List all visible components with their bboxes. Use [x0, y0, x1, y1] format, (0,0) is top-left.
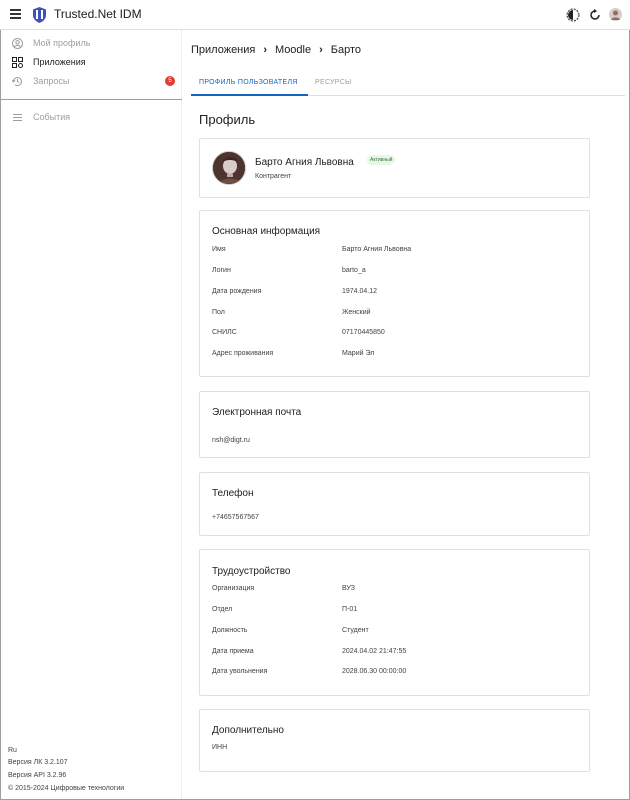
field-label: Дата увольнения [212, 668, 268, 675]
history-icon [12, 76, 22, 86]
api-version: Версия API 3.2.96 [8, 772, 67, 779]
tab-user-profile[interactable]: ПРОФИЛЬ ПОЛЬЗОВАТЕЛЯ [199, 79, 298, 86]
field-label: Должность [212, 627, 248, 634]
copyright: © 2015-2024 Цифровые технологии [8, 785, 125, 792]
profile-card: Барто Агния Львовна Активный Контрагент [199, 138, 590, 198]
sidebar: Мой профиль Приложения Запросы 5 События… [0, 30, 182, 799]
account-circle-icon [12, 37, 23, 49]
email-card: Электронная почта nsh@digt.ru [199, 391, 590, 458]
chevron-right-icon: › [263, 44, 268, 56]
basic-info-card: Основная информация Имя Барто Агния Льво… [199, 210, 590, 377]
theme-toggle-icon[interactable] [566, 8, 580, 22]
field-value: Барто Агния Львовна [342, 246, 412, 253]
breadcrumb: Приложения › Moodle › Барто [191, 44, 361, 56]
profile-role: Контрагент [255, 173, 292, 180]
avatar [212, 151, 246, 185]
requests-count-badge: 5 [165, 76, 175, 86]
sidebar-item-label: События [33, 112, 71, 122]
field-value: Студент [342, 627, 369, 634]
field-value: П-01 [342, 606, 358, 613]
field-label: Дата приема [212, 648, 254, 655]
field-value: Марий Эл [342, 350, 375, 357]
field-label: Логин [212, 267, 231, 274]
breadcrumb-item-moodle[interactable]: Moodle [275, 44, 311, 56]
sidebar-item-events[interactable]: События [12, 109, 70, 125]
refresh-icon[interactable] [588, 8, 602, 22]
field-label: Организация [212, 585, 255, 592]
breadcrumb-item-applications[interactable]: Приложения [191, 44, 255, 56]
field-label: Дата рождения [212, 288, 262, 295]
field-label: Пол [212, 309, 225, 316]
chevron-right-icon: › [319, 44, 323, 56]
additional-card: Дополнительно ИНН [199, 709, 590, 772]
user-avatar[interactable] [609, 8, 622, 21]
field-value: 1974.04.12 [342, 288, 378, 295]
active-tab-indicator [191, 94, 308, 96]
field-label: ИНН [212, 744, 228, 751]
status-badge: Активный [367, 155, 396, 165]
sidebar-item-my-profile[interactable]: Мой профиль [12, 35, 90, 51]
field-value: ВУЗ [342, 585, 355, 592]
field-label: Имя [212, 246, 226, 253]
tab-resources[interactable]: РЕСУРСЫ [315, 79, 352, 86]
field-label: Адрес проживания [212, 350, 274, 357]
card-title: Трудоустройство [212, 566, 291, 577]
sidebar-item-label: Приложения [33, 57, 86, 67]
sidebar-item-requests[interactable]: Запросы [12, 73, 69, 89]
field-label: СНИЛС [212, 329, 237, 336]
card-title: Телефон [212, 488, 254, 499]
field-value: 07170445850 [342, 329, 385, 336]
field-value: barto_a [342, 267, 366, 274]
phone-value: +74657567567 [212, 514, 259, 521]
card-title: Основная информация [212, 226, 321, 237]
field-value: 2028.06.30 00:00:00 [342, 668, 407, 675]
breadcrumb-item-current: Барто [330, 44, 362, 56]
shield-logo [33, 7, 46, 23]
profile-name: Барто Агния Львовна [255, 157, 354, 168]
card-title: Дополнительно [212, 725, 284, 736]
sidebar-divider [0, 99, 182, 100]
language-switch[interactable]: Ru [8, 747, 17, 754]
top-app-bar: Trusted.Net IDM [0, 0, 630, 30]
list-icon [13, 113, 22, 121]
app-title: Trusted.Net IDM [54, 7, 142, 21]
field-value: 2024.04.02 21:47:55 [342, 648, 407, 655]
email-value: nsh@digt.ru [212, 437, 250, 444]
lk-version: Версия ЛК 3.2.107 [8, 759, 68, 766]
employment-card: Трудоустройство Организация ВУЗ Отдел П-… [199, 549, 590, 696]
field-label: Отдел [212, 606, 233, 613]
phone-card: Телефон +74657567567 [199, 472, 590, 536]
sidebar-item-label: Запросы [33, 76, 70, 86]
card-title: Электронная почта [212, 407, 302, 418]
page-title: Профиль [199, 112, 256, 127]
sidebar-item-label: Мой профиль [33, 38, 91, 48]
menu-icon[interactable] [10, 9, 21, 19]
sidebar-item-applications[interactable]: Приложения [12, 54, 86, 70]
field-value: Женский [342, 309, 371, 316]
apps-grid-icon [12, 56, 23, 68]
tab-bar: ПРОФИЛЬ ПОЛЬЗОВАТЕЛЯ РЕСУРСЫ [191, 76, 625, 96]
